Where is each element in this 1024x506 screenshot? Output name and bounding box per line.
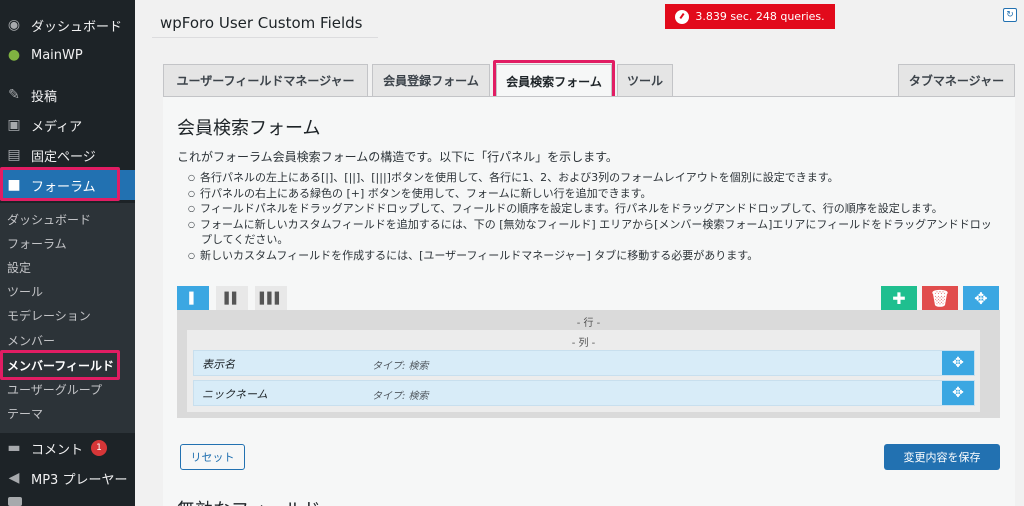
mainwp-icon: ●	[7, 47, 21, 63]
move-icon[interactable]: ✥	[942, 351, 974, 375]
instruction-item: フィールドパネルをドラッグアンドドロップして、フィールドの順序を設定します。行パ…	[188, 201, 992, 217]
dashboard-icon: ◉	[7, 17, 21, 33]
performance-text: 3.839 sec. 248 queries.	[695, 10, 825, 23]
comment-count-badge: 1	[91, 440, 108, 456]
move-icon[interactable]: ✥	[942, 381, 974, 405]
submenu-moderation[interactable]: モデレーション	[7, 304, 91, 326]
reset-button[interactable]: リセット	[180, 444, 245, 470]
instruction-item: フォームに新しいカスタムフィールドを追加するには、下の [無効なフィールド] エ…	[188, 217, 992, 233]
field-name: ニックネーム	[202, 388, 268, 401]
submenu-settings[interactable]: 設定	[7, 256, 31, 278]
tab-tab-manager[interactable]: タブマネージャー	[898, 64, 1015, 96]
tab-user-field-manager[interactable]: ユーザーフィールドマネージャー	[163, 64, 368, 96]
submenu-members[interactable]: メンバー	[7, 329, 55, 351]
admin-sidebar: ◉ ダッシュボード ● MainWP ✎ 投稿 ▣ メディア ▤ 固定ページ ■…	[0, 0, 135, 506]
submenu-forums[interactable]: フォーラム	[7, 232, 67, 254]
instruction-item: 行パネルの右上にある緑色の [+] ボタンを使用して、フォームに新しい行を追加で…	[188, 186, 992, 202]
column-label: - 列 -	[571, 338, 596, 349]
refresh-icon[interactable]: ↻	[1003, 8, 1017, 22]
inactive-fields-heading: 無効なフィールド	[177, 496, 321, 506]
panel-description: これがフォーラム会員検索フォームの構造です。以下に「行パネル」を示します。	[177, 150, 618, 164]
three-column-button[interactable]: ▌▌▌	[255, 286, 287, 310]
menu-posts[interactable]: ✎ 投稿	[0, 80, 135, 110]
instructions-list: 各行パネルの左上にある[|]、[||]、[|||]ボタンを使用して、各行に1、2…	[188, 170, 992, 263]
menu-mainwp[interactable]: ● MainWP	[0, 40, 135, 70]
instruction-item-continued: プしてください。	[201, 233, 289, 246]
two-column-button[interactable]: ▌▌	[216, 286, 248, 310]
save-changes-button[interactable]: 変更内容を保存	[884, 444, 1000, 470]
comment-icon: ▬	[7, 440, 21, 456]
submenu-themes[interactable]: テーマ	[7, 402, 43, 424]
instruction-item: 各行パネルの左上にある[|]、[||]、[|||]ボタンを使用して、各行に1、2…	[188, 170, 992, 186]
title-divider	[152, 37, 378, 38]
menu-forum[interactable]: ■ フォーラム	[0, 170, 135, 200]
row-label: - 行 -	[576, 318, 601, 329]
menu-mp3[interactable]: ◀ MP3 プレーヤー	[0, 463, 135, 493]
tab-registration-form[interactable]: 会員登録フォーム	[372, 64, 490, 96]
menu-label: MP3 プレーヤー	[31, 472, 128, 488]
submenu-usergroups[interactable]: ユーザーグループ	[7, 378, 102, 400]
pin-icon: ✎	[8, 87, 20, 103]
field-name: 表示名	[202, 358, 235, 371]
menu-comments[interactable]: ▬ コメント 1	[0, 433, 135, 463]
performance-badge: 3.839 sec. 248 queries.	[665, 4, 835, 29]
one-column-button[interactable]: ▌	[177, 286, 209, 310]
menu-label: 投稿	[31, 89, 58, 105]
menu-partial-icon	[8, 497, 22, 506]
menu-label: コメント	[31, 442, 84, 458]
page-icon: ▤	[7, 147, 21, 163]
forum-icon: ■	[7, 177, 21, 193]
instruction-item: 新しいカスタムフィールドを作成するには、[ユーザーフィールドマネージャー] タブ…	[188, 248, 992, 264]
submenu-dashboard[interactable]: ダッシュボード	[7, 208, 91, 230]
gauge-icon	[675, 9, 690, 24]
field-panel[interactable]: ニックネーム タイプ: 検索 ✥	[193, 380, 975, 406]
tab-member-search-form[interactable]: 会員検索フォーム	[496, 64, 612, 97]
panel-title: 会員検索フォーム	[177, 118, 321, 139]
tab-tools[interactable]: ツール	[617, 64, 673, 96]
menu-label: ダッシュボード	[31, 19, 123, 35]
menu-dashboard[interactable]: ◉ ダッシュボード	[0, 10, 135, 40]
field-panel[interactable]: 表示名 タイプ: 検索 ✥	[193, 350, 975, 376]
menu-label: メディア	[31, 119, 83, 135]
menu-label: 固定ページ	[31, 149, 96, 165]
forum-submenu: ダッシュボード フォーラム 設定 ツール モデレーション メンバー メンバーフィ…	[0, 203, 135, 433]
menu-label: フォーラム	[31, 179, 96, 195]
menu-media[interactable]: ▣ メディア	[0, 110, 135, 140]
page-title: wpForo User Custom Fields	[160, 14, 363, 32]
move-row-button[interactable]: ✥	[963, 286, 999, 310]
menu-pages[interactable]: ▤ 固定ページ	[0, 140, 135, 170]
submenu-member-fields[interactable]: メンバーフィールド	[7, 354, 114, 376]
field-type: タイプ: 検索	[372, 391, 429, 402]
delete-row-button[interactable]: 🗑	[922, 286, 958, 310]
field-type: タイプ: 検索	[372, 361, 429, 372]
add-row-button[interactable]: ✚	[881, 286, 917, 310]
menu-label: MainWP	[31, 47, 83, 63]
submenu-tools[interactable]: ツール	[7, 280, 43, 302]
media-icon: ▣	[7, 117, 21, 133]
speaker-icon: ◀	[8, 470, 20, 486]
